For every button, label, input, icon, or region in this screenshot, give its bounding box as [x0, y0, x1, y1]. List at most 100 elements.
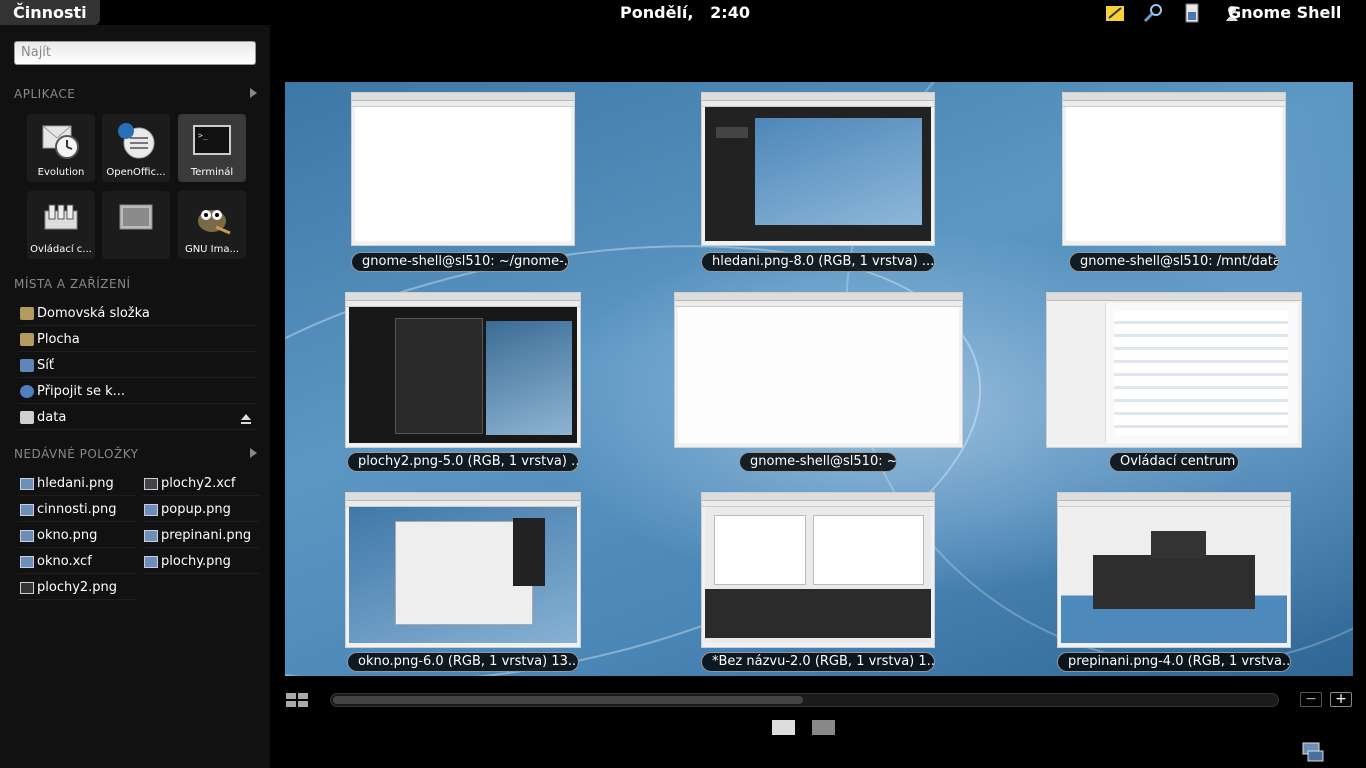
- workspace-indicator[interactable]: [812, 720, 835, 735]
- grid-view-icon[interactable]: [286, 693, 308, 708]
- add-workspace-button[interactable]: +: [1330, 692, 1352, 707]
- window-thumbnail[interactable]: [701, 92, 935, 246]
- place-label: Plocha: [37, 332, 80, 347]
- recent-item[interactable]: plochy.png: [142, 551, 260, 574]
- eject-icon[interactable]: [240, 411, 252, 433]
- image-file-icon: [20, 582, 34, 594]
- workspace-overview[interactable]: gnome-shell@sl510: ~/gnome-... hledani.p…: [285, 82, 1353, 676]
- search-input[interactable]: Najít: [14, 41, 256, 65]
- app-label: Evolution: [37, 167, 85, 178]
- recent-item[interactable]: prepinani.png: [142, 525, 260, 548]
- recent-label: okno.xcf: [37, 554, 92, 569]
- activities-button[interactable]: Činnosti: [0, 0, 100, 25]
- window-thumbnail[interactable]: [351, 92, 575, 246]
- top-panel: Činnosti Pondělí, 2:40 Gnome Shell: [0, 0, 1366, 25]
- app-display[interactable]: [102, 191, 170, 259]
- scrollbar-thumb[interactable]: [333, 696, 803, 704]
- notes-icon[interactable]: [1105, 3, 1125, 23]
- image-file-icon: [20, 504, 34, 516]
- svg-text:>_: >_: [198, 131, 208, 140]
- network-icon: [20, 359, 34, 372]
- control-center-icon: [41, 199, 81, 237]
- thumb-titlebar: [1063, 93, 1285, 101]
- recent-item[interactable]: okno.png: [18, 525, 136, 548]
- recent-item[interactable]: okno.xcf: [18, 551, 136, 574]
- window-caption[interactable]: *Bez názvu-2.0 (RGB, 1 vrstva) 1...: [701, 652, 935, 672]
- thumb-terminal-content: [678, 307, 959, 443]
- recent-item[interactable]: hledani.png: [18, 473, 136, 496]
- recent-label: hledani.png: [37, 476, 114, 491]
- apps-expand-arrow-icon[interactable]: [250, 88, 257, 98]
- image-file-icon: [144, 504, 158, 516]
- app-openoffice[interactable]: OpenOffic...: [102, 114, 170, 182]
- image-file-icon: [144, 556, 158, 568]
- place-label: Síť: [37, 358, 54, 373]
- window-thumbnail[interactable]: [345, 292, 581, 448]
- image-file-icon: [144, 530, 158, 542]
- thumb-titlebar: [346, 493, 580, 501]
- thumb-control-center-content: [1050, 303, 1298, 443]
- window-thumbnail[interactable]: [1046, 292, 1302, 448]
- window-caption[interactable]: gnome-shell@sl510: ~: [739, 452, 897, 472]
- thumb-terminal-content: [355, 107, 571, 241]
- user-menu[interactable]: Gnome Shell: [1228, 0, 1341, 25]
- desktop-folder-icon: [20, 333, 34, 346]
- place-label: Domovská složka: [37, 306, 150, 321]
- xcf-file-icon: [144, 478, 158, 490]
- app-label: Terminál: [190, 167, 234, 178]
- recent-item[interactable]: plochy2.xcf: [142, 473, 260, 496]
- image-file-icon: [20, 478, 34, 490]
- terminal-icon: >_: [192, 122, 232, 160]
- image-file-icon: [20, 530, 34, 542]
- app-label: OpenOffic...: [106, 167, 166, 178]
- thumb-titlebar: [702, 93, 934, 101]
- recent-label: plochy2.xcf: [161, 476, 236, 491]
- evolution-icon: [41, 122, 81, 160]
- app-label: GNU Ima...: [184, 244, 240, 255]
- window-caption[interactable]: hledani.png-8.0 (RGB, 1 vrstva) ...: [701, 252, 935, 272]
- workspace-scrollbar[interactable]: [330, 693, 1279, 707]
- connect-server-icon: [20, 385, 34, 398]
- recent-item[interactable]: cinnosti.png: [18, 499, 136, 522]
- place-data[interactable]: data: [18, 407, 256, 430]
- window-caption[interactable]: plochy2.png-5.0 (RGB, 1 vrstva) ...: [347, 452, 579, 472]
- recent-item[interactable]: popup.png: [142, 499, 260, 522]
- home-folder-icon: [20, 307, 34, 320]
- window-thumbnail[interactable]: [1062, 92, 1286, 246]
- place-desktop[interactable]: Plocha: [18, 329, 256, 352]
- recent-expand-arrow-icon[interactable]: [250, 448, 257, 458]
- window-caption[interactable]: prepinani.png-4.0 (RGB, 1 vrstva...: [1057, 652, 1291, 672]
- clock[interactable]: Pondělí, 2:40: [620, 0, 750, 25]
- battery-icon[interactable]: [1182, 3, 1202, 23]
- recent-label: prepinani.png: [161, 528, 252, 543]
- place-home[interactable]: Domovská složka: [18, 303, 256, 326]
- window-caption[interactable]: okno.png-6.0 (RGB, 1 vrstva) 13...: [347, 652, 579, 672]
- place-network[interactable]: Síť: [18, 355, 256, 378]
- apps-heading: APLIKACE: [14, 87, 76, 101]
- app-evolution[interactable]: Evolution: [27, 114, 95, 182]
- recent-label: okno.png: [37, 528, 98, 543]
- window-thumbnail[interactable]: [345, 492, 581, 648]
- app-gimp[interactable]: GNU Ima...: [178, 191, 246, 259]
- remove-workspace-button[interactable]: −: [1300, 692, 1322, 707]
- window-caption[interactable]: Ovládací centrum: [1109, 452, 1239, 472]
- window-thumbnail[interactable]: [674, 292, 963, 448]
- workspace-indicator-active[interactable]: [772, 720, 795, 735]
- display-icon: [116, 199, 156, 237]
- app-terminal[interactable]: >_ Terminál: [178, 114, 246, 182]
- window-thumbnail[interactable]: [701, 492, 935, 648]
- place-connect-server[interactable]: Připojit se k...: [18, 381, 256, 404]
- app-label: Ovládací c...: [30, 244, 92, 255]
- window-caption[interactable]: gnome-shell@sl510: /mnt/data: [1069, 252, 1279, 272]
- window-thumbnail[interactable]: [1057, 492, 1291, 648]
- places-heading: MÍSTA A ZAŘÍZENÍ: [14, 277, 131, 291]
- network-status-icon[interactable]: [1302, 742, 1324, 762]
- thumb-gimp-content: [1061, 507, 1287, 643]
- recent-label: cinnosti.png: [37, 502, 117, 517]
- gimp-icon: [192, 199, 232, 237]
- recent-item[interactable]: plochy2.png: [18, 577, 136, 600]
- search-tool-icon[interactable]: [1143, 3, 1163, 23]
- openoffice-icon: [116, 122, 156, 160]
- app-control-center[interactable]: Ovládací c...: [27, 191, 95, 259]
- window-caption[interactable]: gnome-shell@sl510: ~/gnome-...: [351, 252, 569, 272]
